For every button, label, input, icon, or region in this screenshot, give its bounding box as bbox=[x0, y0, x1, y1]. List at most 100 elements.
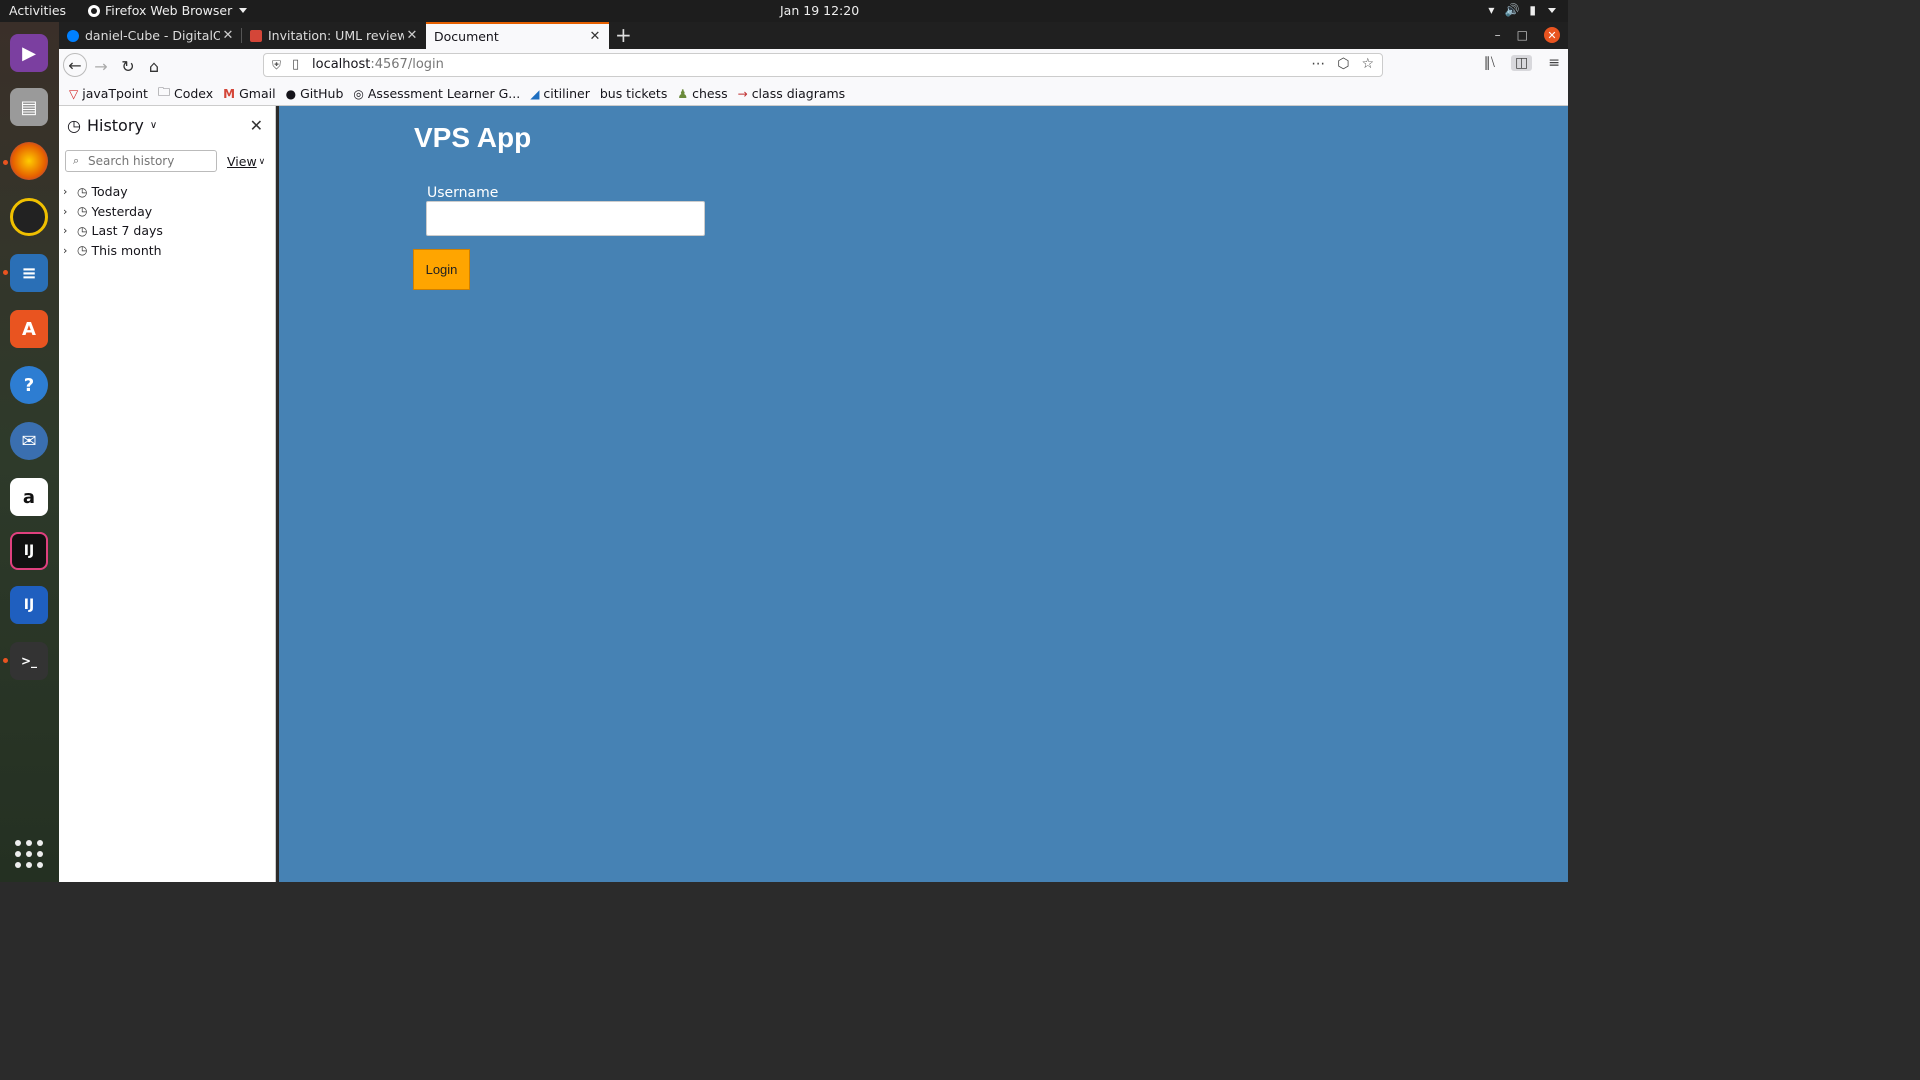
sidebar-title: History bbox=[86, 116, 144, 135]
close-window-icon[interactable]: ✕ bbox=[1544, 27, 1560, 43]
intellij-ultimate-icon[interactable]: IJ bbox=[10, 586, 48, 624]
bookmark-chess[interactable]: ♟ chess bbox=[677, 86, 727, 101]
close-tab-icon[interactable]: ✕ bbox=[587, 29, 603, 44]
bookmark-label: Gmail bbox=[239, 86, 276, 101]
window-controls: – □ ✕ bbox=[1495, 27, 1560, 43]
url-bar[interactable]: ⛨ ▯ localhost:4567/login ⋯ ⬡ ☆ bbox=[263, 53, 1383, 77]
bookmark-bus-tickets[interactable]: bus tickets bbox=[600, 86, 668, 101]
chevron-right-icon[interactable]: › bbox=[63, 224, 73, 237]
show-applications-icon[interactable] bbox=[15, 840, 43, 868]
view-label: View bbox=[227, 154, 257, 169]
url-host: localhost bbox=[312, 57, 371, 72]
battery-icon: ▮ bbox=[1529, 3, 1536, 17]
url-path: :4567/login bbox=[370, 57, 444, 72]
sidebar-toggle-icon[interactable]: ◫ bbox=[1511, 55, 1533, 71]
page-actions-icon[interactable]: ⋯ bbox=[1311, 56, 1325, 72]
amazon-icon[interactable]: a bbox=[10, 478, 48, 516]
files-icon[interactable]: ▤ bbox=[10, 88, 48, 126]
url-text[interactable]: localhost:4567/login bbox=[312, 57, 444, 72]
forward-button[interactable]: → bbox=[89, 54, 113, 78]
tab-title: Invitation: UML review se bbox=[268, 28, 404, 43]
minimize-icon[interactable]: – bbox=[1495, 28, 1501, 42]
bookmark-label: Assessment Learner G... bbox=[367, 86, 521, 101]
bookmark-star-icon[interactable]: ☆ bbox=[1361, 56, 1374, 72]
caret-down-icon bbox=[1548, 7, 1556, 13]
writer-icon[interactable]: ≡ bbox=[10, 254, 48, 292]
clock-icon: ◷ bbox=[77, 223, 88, 238]
history-group-label: This month bbox=[91, 242, 162, 258]
history-group-yesterday[interactable]: › ◷ Yesterday bbox=[63, 202, 163, 222]
back-button[interactable]: ← bbox=[63, 53, 87, 77]
hamburger-menu-icon[interactable]: ≡ bbox=[1548, 55, 1560, 71]
history-search-input[interactable] bbox=[88, 153, 212, 169]
help-icon[interactable]: ? bbox=[10, 366, 48, 404]
firefox-icon[interactable] bbox=[10, 142, 48, 180]
globe-icon: ◎ bbox=[353, 86, 364, 101]
app-menu[interactable]: Firefox Web Browser bbox=[88, 3, 248, 18]
clock-icon: ◷ bbox=[77, 204, 88, 219]
clock-icon: ◷ bbox=[77, 243, 88, 258]
history-group-today[interactable]: › ◷ Today bbox=[63, 182, 163, 202]
close-tab-icon[interactable]: ✕ bbox=[404, 28, 420, 43]
system-tray[interactable]: ▾ 🔊 ▮ bbox=[1488, 3, 1556, 17]
sidebar-switcher[interactable]: ◷ History ∨ bbox=[67, 116, 157, 135]
bookmark-gmail[interactable]: M Gmail bbox=[223, 86, 275, 101]
running-indicator bbox=[3, 270, 8, 275]
firefox-icon bbox=[88, 4, 100, 17]
clock-icon: ◷ bbox=[67, 116, 81, 135]
bookmark-label: GitHub bbox=[300, 86, 344, 101]
bookmark-assessment[interactable]: ◎ Assessment Learner G... bbox=[353, 86, 520, 101]
chevron-down-icon: ∨ bbox=[149, 120, 158, 131]
home-button[interactable]: ⌂ bbox=[142, 54, 166, 78]
video-player-icon[interactable]: ▶ bbox=[10, 34, 48, 72]
close-tab-icon[interactable]: ✕ bbox=[220, 28, 236, 43]
username-input[interactable] bbox=[426, 201, 705, 236]
clock[interactable]: Jan 19 12:20 bbox=[780, 3, 859, 18]
history-group-this-month[interactable]: › ◷ This month bbox=[63, 241, 163, 261]
history-group-label: Last 7 days bbox=[91, 223, 163, 239]
terminal-icon[interactable]: >_ bbox=[10, 642, 48, 680]
close-sidebar-button[interactable]: ✕ bbox=[250, 116, 263, 135]
bookmark-label: citiliner bbox=[543, 86, 590, 101]
history-tree: › ◷ Today › ◷ Yesterday › ◷ Last 7 days … bbox=[63, 182, 163, 260]
bookmark-label: bus tickets bbox=[599, 86, 668, 101]
javatpoint-icon: ▽ bbox=[69, 86, 79, 101]
chevron-right-icon[interactable]: › bbox=[63, 205, 73, 218]
chevron-down-icon: ∨ bbox=[258, 156, 266, 167]
running-indicator bbox=[3, 160, 8, 165]
tab-document[interactable]: Document ✕ bbox=[426, 22, 609, 49]
page-title: VPS App bbox=[414, 122, 532, 153]
bookmark-javatpoint[interactable]: ▽ javaTpoint bbox=[69, 86, 148, 101]
bookmark-github[interactable]: ● GitHub bbox=[286, 86, 344, 101]
bookmark-citiliner[interactable]: ◢ citiliner bbox=[530, 86, 590, 101]
history-search[interactable]: ⌕ bbox=[65, 150, 217, 172]
activities-button[interactable]: Activities bbox=[9, 3, 66, 18]
page-content: VPS App Username Login bbox=[279, 106, 1568, 882]
bookmark-class-diagrams[interactable]: → class diagrams bbox=[738, 86, 846, 101]
history-group-last-7-days[interactable]: › ◷ Last 7 days bbox=[63, 221, 163, 241]
bookmark-codex[interactable]: 🗀 Codex bbox=[158, 83, 213, 104]
username-label: Username bbox=[427, 185, 499, 201]
new-tab-button[interactable]: + bbox=[615, 25, 632, 45]
library-icon[interactable]: ∥⧵ bbox=[1484, 55, 1495, 71]
tab-gmail-invitation[interactable]: Invitation: UML review se ✕ bbox=[242, 22, 426, 49]
tracking-protection-icon[interactable]: ⛨ bbox=[272, 58, 281, 73]
search-icon: ⌕ bbox=[73, 154, 80, 167]
rhythmbox-icon[interactable] bbox=[10, 198, 48, 236]
chevron-right-icon[interactable]: › bbox=[63, 244, 73, 257]
bookmark-label: class diagrams bbox=[751, 86, 846, 101]
reload-button[interactable]: ↻ bbox=[116, 54, 140, 78]
intellij-icon[interactable]: IJ bbox=[10, 532, 48, 570]
thunderbird-icon[interactable]: ✉ bbox=[10, 422, 48, 460]
chevron-right-icon[interactable]: › bbox=[63, 185, 73, 198]
software-center-icon[interactable]: A bbox=[10, 310, 48, 348]
tab-digitalocean[interactable]: daniel-Cube - DigitalOce ✕ bbox=[59, 22, 242, 49]
app-menu-label: Firefox Web Browser bbox=[105, 3, 233, 18]
login-button[interactable]: Login bbox=[413, 249, 470, 290]
bookmark-label: chess bbox=[692, 86, 728, 101]
history-sidebar: ◷ History ∨ ✕ ⌕ View ∨ › ◷ Today › ◷ Yes… bbox=[59, 106, 276, 882]
view-menu-button[interactable]: View ∨ bbox=[227, 154, 265, 169]
restore-icon[interactable]: □ bbox=[1517, 28, 1528, 42]
page-info-icon[interactable]: ▯ bbox=[292, 57, 299, 72]
pocket-icon[interactable]: ⬡ bbox=[1337, 56, 1349, 72]
